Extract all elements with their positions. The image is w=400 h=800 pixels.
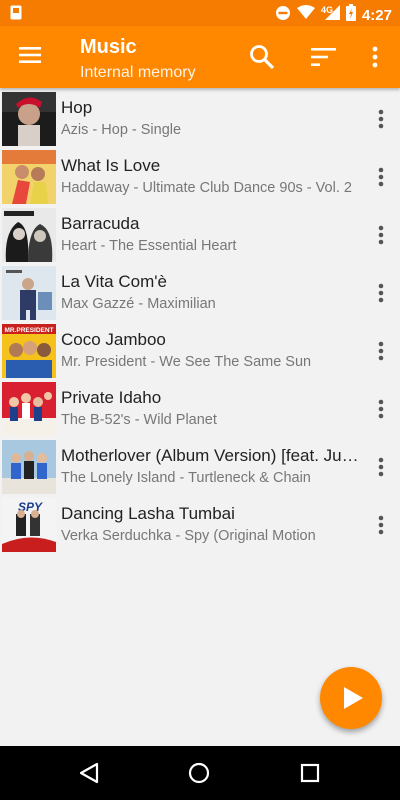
app-bar: Music Internal memory: [0, 26, 400, 88]
album-art: [2, 92, 56, 146]
menu-icon[interactable]: [18, 45, 44, 69]
song-subtitle: Max Gazzé - Maximilian: [61, 296, 216, 312]
song-subtitle: Azis - Hop - Single: [61, 122, 182, 138]
song-title: Dancing Lasha Tumbai: [61, 504, 235, 523]
song-title: La Vita Com'è: [61, 272, 167, 291]
more-vert-icon[interactable]: [374, 108, 388, 130]
more-vert-icon[interactable]: [374, 398, 388, 420]
song-row[interactable]: Hop Azis - Hop - Single: [0, 90, 400, 148]
song-title: Motherlover (Album Version) [feat. Justi…: [61, 446, 365, 465]
song-title: Private Idaho: [61, 388, 162, 407]
song-row[interactable]: Barracuda Heart - The Essential Heart: [0, 206, 400, 264]
play-icon: [344, 687, 363, 709]
album-art: [2, 208, 56, 262]
album-art: [2, 382, 56, 436]
more-vert-icon[interactable]: [374, 282, 388, 304]
more-vert-icon[interactable]: [374, 340, 388, 362]
song-row[interactable]: Motherlover (Album Version) [feat. Justi…: [0, 438, 400, 496]
more-vert-icon[interactable]: [374, 166, 388, 188]
song-subtitle: Mr. President - We See The Same Sun: [61, 354, 312, 370]
recent-apps-icon[interactable]: [300, 763, 320, 788]
album-art: [2, 150, 56, 204]
back-icon[interactable]: [78, 762, 100, 789]
notification-icon: [10, 5, 22, 25]
play-button[interactable]: [320, 667, 382, 729]
status-bar: 4G 4:27: [0, 0, 400, 26]
more-options-icon[interactable]: [368, 44, 382, 70]
page-subtitle: Internal memory: [80, 64, 196, 81]
do-not-disturb-icon: [275, 5, 291, 26]
more-vert-icon[interactable]: [374, 514, 388, 536]
wifi-icon: [296, 5, 315, 25]
status-time: 4:27: [361, 6, 392, 24]
battery-icon: [345, 4, 356, 26]
album-art: [2, 266, 56, 320]
album-art: SPY: [2, 498, 56, 552]
song-subtitle: Verka Serduchka - Spy (Original Motion: [61, 528, 316, 544]
song-list: Hop Azis - Hop - Single What Is Love Had…: [0, 90, 400, 554]
more-vert-icon[interactable]: [374, 456, 388, 478]
song-title: Coco Jamboo: [61, 330, 166, 349]
song-subtitle: The Lonely Island - Turtleneck & Chain: [61, 470, 311, 486]
song-title: What Is Love: [61, 156, 161, 175]
song-row[interactable]: SPY Dancing Lasha Tumbai Verka Serduchka…: [0, 496, 400, 554]
system-navigation-bar: [0, 746, 400, 800]
song-row[interactable]: Private Idaho The B-52's - Wild Planet: [0, 380, 400, 438]
song-title: Barracuda: [61, 214, 140, 233]
home-icon[interactable]: [188, 762, 210, 789]
network-type: 4G: [320, 5, 333, 15]
sort-icon[interactable]: [310, 46, 338, 68]
search-icon[interactable]: [249, 44, 275, 70]
song-row[interactable]: MR.PRESIDENT Coco Jamboo Mr. President -…: [0, 322, 400, 380]
song-row[interactable]: La Vita Com'è Max Gazzé - Maximilian: [0, 264, 400, 322]
song-subtitle: Heart - The Essential Heart: [61, 238, 237, 254]
song-title: Hop: [61, 98, 93, 117]
album-art-text: MR.PRESIDENT: [4, 327, 53, 334]
page-title: Music: [80, 36, 137, 58]
song-row[interactable]: What Is Love Haddaway - Ultimate Club Da…: [0, 148, 400, 206]
album-art: [2, 440, 56, 494]
album-art: MR.PRESIDENT: [2, 324, 56, 378]
song-subtitle: Haddaway - Ultimate Club Dance 90s - Vol…: [61, 180, 352, 196]
more-vert-icon[interactable]: [374, 224, 388, 246]
song-subtitle: The B-52's - Wild Planet: [61, 412, 217, 428]
